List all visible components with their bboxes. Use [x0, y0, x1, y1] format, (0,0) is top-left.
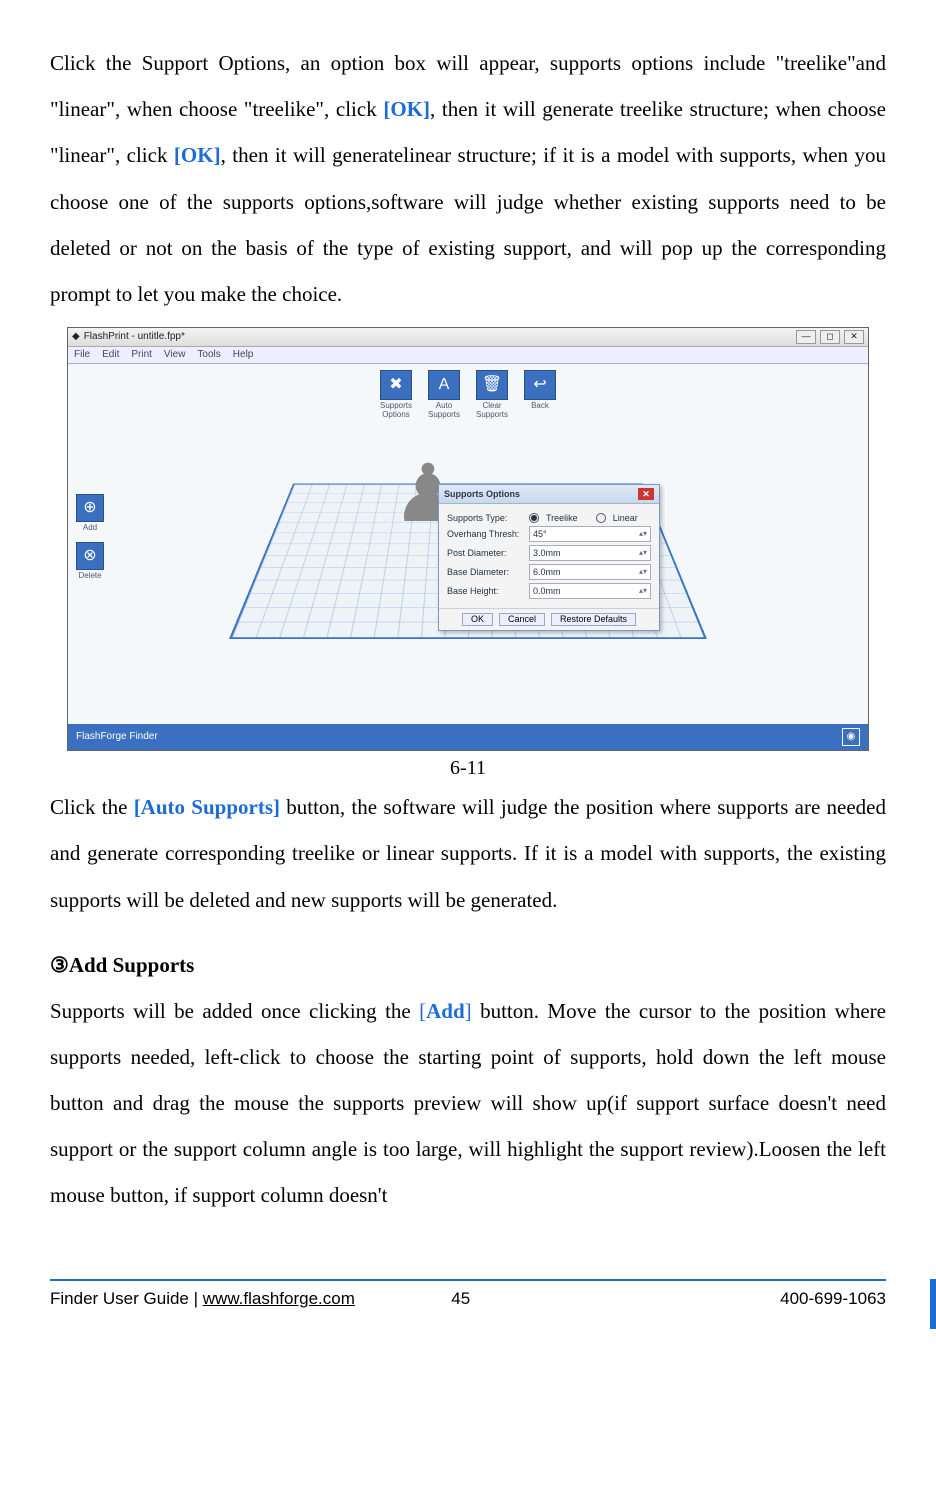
supports-type-label: Supports Type: — [447, 514, 525, 523]
ok-link-2: [OK] — [174, 143, 221, 167]
clear-supports-button[interactable]: 🗑 Clear Supports — [471, 370, 513, 420]
add-link-text: Add — [426, 999, 465, 1023]
overhang-label: Overhang Thresh: — [447, 530, 525, 539]
heading-add-supports: ③Add Supports — [50, 953, 886, 978]
text: Supports will be added once clicking the — [50, 999, 419, 1023]
app-icon: ◆ — [72, 332, 80, 342]
menu-help[interactable]: Help — [233, 350, 254, 360]
dialog-restore-button[interactable]: Restore Defaults — [551, 613, 636, 626]
window-titlebar: ◆ FlashPrint - untitle.fpp* — ◻ ✕ — [68, 328, 868, 347]
label: Add — [76, 524, 104, 532]
tools-icon: ✖ — [380, 370, 412, 400]
base-height-input[interactable]: 0.0mm▴▾ — [529, 583, 651, 599]
dialog-close-button[interactable]: ✕ — [638, 488, 654, 500]
label: Auto Supports — [423, 402, 465, 420]
label: Supports Options — [375, 402, 417, 420]
maximize-button[interactable]: ◻ — [820, 330, 840, 344]
menu-edit[interactable]: Edit — [102, 350, 119, 360]
radio-treelike[interactable] — [529, 513, 539, 523]
radio-linear[interactable] — [596, 513, 606, 523]
supports-options-button[interactable]: ✖ Supports Options — [375, 370, 417, 420]
page-number: 45 — [451, 1289, 470, 1309]
radio-linear-label: Linear — [613, 514, 638, 523]
supports-options-dialog: Supports Options ✕ Supports Type: Treeli… — [438, 484, 660, 631]
back-button[interactable]: ↩ Back — [519, 370, 561, 420]
base-diameter-label: Base Diameter: — [447, 568, 525, 577]
top-toolbar: ✖ Supports Options A Auto Supports 🗑 Cle… — [375, 370, 561, 420]
side-toolbar: ⊕ Add ⊗ Delete — [76, 494, 104, 590]
dialog-cancel-button[interactable]: Cancel — [499, 613, 545, 626]
status-text: FlashForge Finder — [76, 732, 158, 742]
minimize-button[interactable]: — — [796, 330, 816, 344]
menu-tools[interactable]: Tools — [197, 350, 220, 360]
viewport-3d[interactable]: ♟ ✖ Supports Options A Auto Supports 🗑 C… — [68, 364, 868, 724]
dialog-title: Supports Options — [444, 490, 520, 499]
label: Clear Supports — [471, 402, 513, 420]
status-icon[interactable]: ◉ — [842, 728, 860, 746]
footer-phone: 400-699-1063 — [780, 1289, 886, 1309]
label: Delete — [76, 572, 104, 580]
plus-icon: ⊕ — [76, 494, 104, 522]
menu-file[interactable]: File — [74, 350, 90, 360]
trash-icon: 🗑 — [476, 370, 508, 400]
base-height-label: Base Height: — [447, 587, 525, 596]
footer-link[interactable]: www.flashforge.com — [203, 1289, 355, 1308]
auto-icon: A — [428, 370, 460, 400]
overhang-input[interactable]: 45°▴▾ — [529, 526, 651, 542]
status-bar: FlashForge Finder ◉ — [68, 724, 868, 750]
menu-print[interactable]: Print — [131, 350, 152, 360]
paragraph-support-options: Click the Support Options, an option box… — [50, 40, 886, 317]
auto-supports-button[interactable]: A Auto Supports — [423, 370, 465, 420]
back-icon: ↩ — [524, 370, 556, 400]
text: button. Move the cursor to the position … — [50, 999, 886, 1208]
auto-supports-link: [Auto Supports] — [134, 795, 280, 819]
add-support-button[interactable]: ⊕ Add — [76, 494, 104, 532]
window-title: FlashPrint - untitle.fpp* — [84, 332, 185, 342]
delete-icon: ⊗ — [76, 542, 104, 570]
delete-support-button[interactable]: ⊗ Delete — [76, 542, 104, 580]
figure-caption: 6-11 — [50, 757, 886, 780]
close-button[interactable]: ✕ — [844, 330, 864, 344]
app-screenshot: ◆ FlashPrint - untitle.fpp* — ◻ ✕ File E… — [67, 327, 869, 751]
dialog-ok-button[interactable]: OK — [462, 613, 493, 626]
text: Click the — [50, 795, 134, 819]
ok-link-1: [OK] — [383, 97, 430, 121]
paragraph-add-supports: Supports will be added once clicking the… — [50, 988, 886, 1219]
base-diameter-input[interactable]: 6.0mm▴▾ — [529, 564, 651, 580]
page-footer: Finder User Guide | www.flashforge.com 4… — [50, 1279, 886, 1309]
menubar: File Edit Print View Tools Help — [68, 347, 868, 364]
label: Back — [519, 402, 561, 411]
footer-accent-bar — [930, 1279, 936, 1329]
text-bracket: ] — [465, 999, 472, 1023]
footer-text: Finder User Guide | — [50, 1289, 203, 1308]
menu-view[interactable]: View — [164, 350, 186, 360]
post-diameter-label: Post Diameter: — [447, 549, 525, 558]
dialog-titlebar: Supports Options ✕ — [439, 485, 659, 504]
radio-treelike-label: Treelike — [546, 514, 578, 523]
paragraph-auto-supports: Click the [Auto Supports] button, the so… — [50, 784, 886, 923]
footer-left: Finder User Guide | www.flashforge.com — [50, 1289, 355, 1309]
text: , then it will generatelinear structure;… — [50, 143, 886, 306]
post-diameter-input[interactable]: 3.0mm▴▾ — [529, 545, 651, 561]
